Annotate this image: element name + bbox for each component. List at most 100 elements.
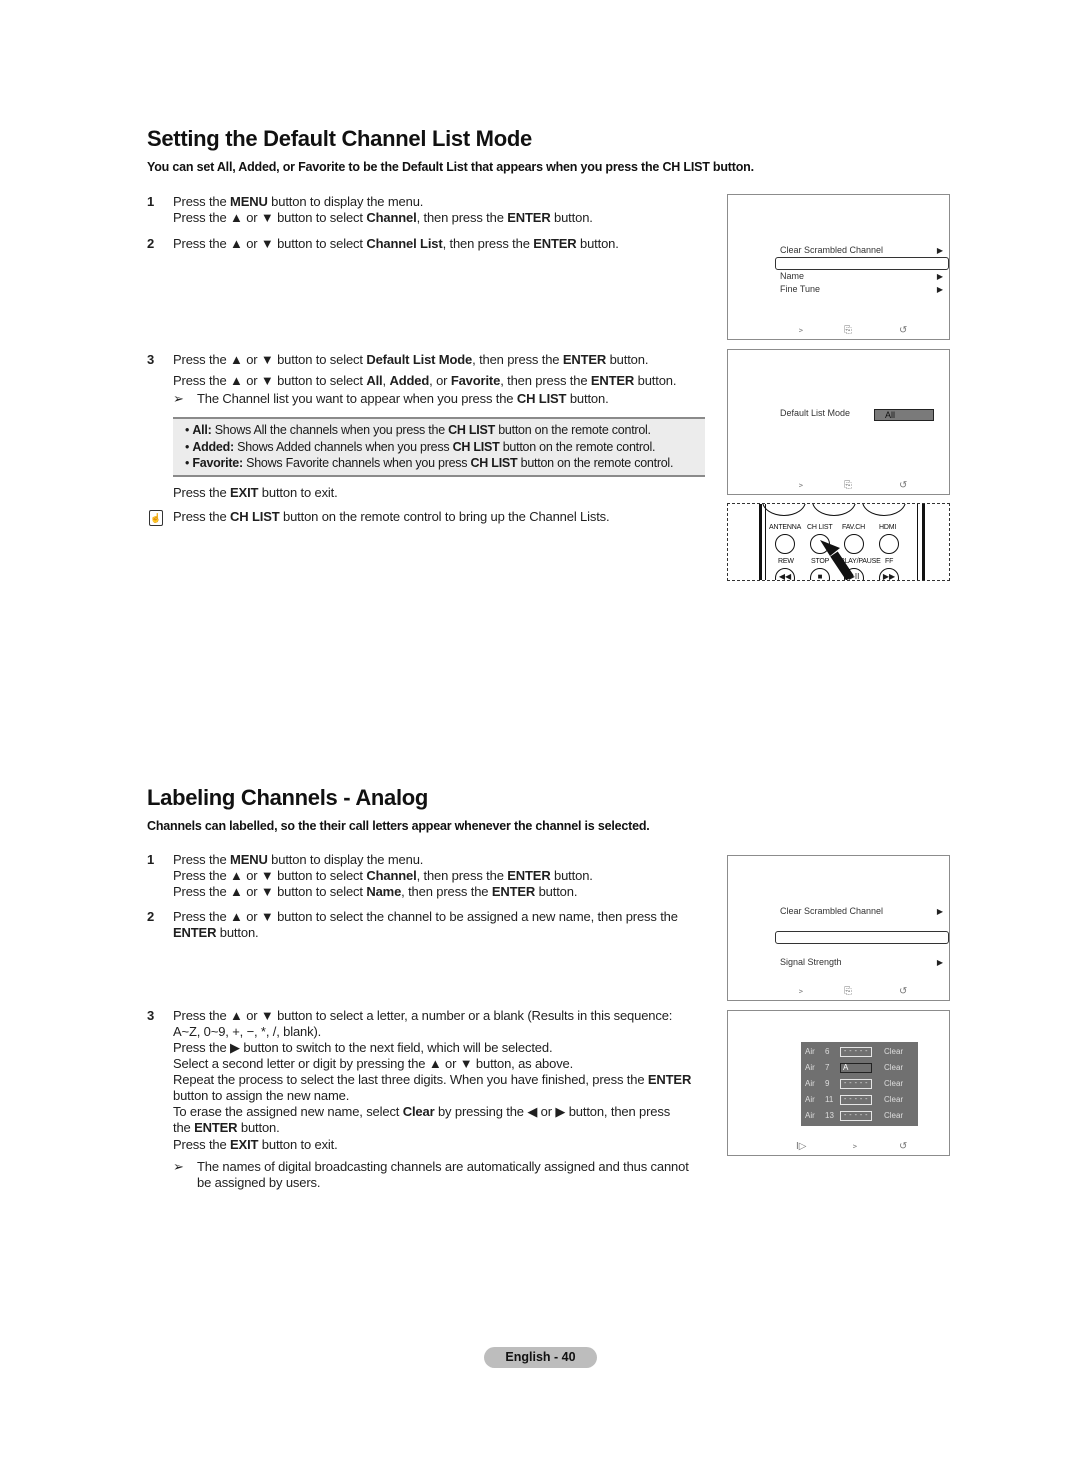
rew-button[interactable]: ◀◀ bbox=[775, 568, 795, 580]
text-line: Press the ▲ or ▼ button to select the ch… bbox=[173, 909, 678, 924]
step-number: 2 bbox=[147, 909, 155, 924]
return-icon: ↺ bbox=[899, 480, 908, 491]
text-line: the ENTER button. bbox=[173, 1120, 280, 1135]
text-line: be assigned by users. bbox=[197, 1175, 321, 1190]
hdmi-button[interactable] bbox=[879, 534, 899, 554]
text-line: Press the ▲ or ▼ button to select Channe… bbox=[173, 868, 593, 883]
channel-name-row[interactable]: Air 11 - - - - - Clear bbox=[801, 1093, 918, 1107]
move-icon: ﹥ bbox=[796, 986, 806, 997]
note-arrow-icon: ➢ bbox=[173, 1159, 184, 1174]
enter-icon: ⎘ bbox=[844, 480, 852, 491]
list-mode-options-box: • All: Shows All the channels when you p… bbox=[173, 417, 705, 477]
name-field[interactable]: - - - - - bbox=[840, 1111, 872, 1121]
menu-item-name-selected[interactable] bbox=[775, 931, 949, 944]
menu-item-channel-list-selected[interactable] bbox=[775, 257, 949, 270]
move-icon: ﹥ bbox=[796, 325, 806, 336]
select-icon: I▷ bbox=[796, 1141, 807, 1152]
remote-number-button bbox=[812, 504, 856, 516]
note-text: The Channel list you want to appear when… bbox=[197, 391, 609, 406]
menu-item-name[interactable]: Name bbox=[780, 271, 804, 281]
remote-edge bbox=[922, 504, 925, 580]
option-all: • All: Shows All the channels when you p… bbox=[185, 423, 651, 437]
text-line: Press the MENU button to display the men… bbox=[173, 852, 424, 867]
clear-option[interactable]: Clear bbox=[884, 1047, 903, 1056]
page-number-badge: English - 40 bbox=[484, 1347, 597, 1368]
text-line: Press the ▲ or ▼ button to select Channe… bbox=[173, 236, 619, 251]
text-line: To erase the assigned new name, select C… bbox=[173, 1104, 671, 1119]
submenu-arrow-icon: ▶ bbox=[936, 246, 943, 255]
name-field[interactable]: - - - - - bbox=[840, 1095, 872, 1105]
note-digital-names: ➢ The names of digital broadcasting chan… bbox=[173, 1159, 733, 1191]
channel-name-row[interactable]: Air 13 - - - - - Clear bbox=[801, 1109, 918, 1123]
menu-item-clear-scrambled[interactable]: Clear Scrambled Channel bbox=[780, 245, 883, 255]
step-text: Press the MENU button to display the men… bbox=[173, 194, 707, 226]
move-icon: ﹥ bbox=[850, 1141, 860, 1152]
text-line: Press the ▲ or ▼ button to select All, A… bbox=[173, 373, 677, 388]
channel-name-row[interactable]: Air 6 - - - - - Clear bbox=[801, 1045, 918, 1059]
channel-number: 9 bbox=[825, 1079, 830, 1088]
remote-edge bbox=[765, 504, 766, 580]
option-favorite: • Favorite: Shows Favorite channels when… bbox=[185, 456, 674, 470]
text-line: Press the ▶ button to switch to the next… bbox=[173, 1040, 553, 1055]
osd-name-editor: Air 6 - - - - - Clear Air 7 A Clear Air 9 - - - - … bbox=[727, 1010, 950, 1156]
step-text: Press the ▲ or ▼ button to select Channe… bbox=[173, 236, 707, 252]
text-line: A~Z, 0~9, +, −, *, /, blank). bbox=[173, 1024, 322, 1039]
default-list-mode-label: Default List Mode bbox=[780, 408, 851, 418]
step-text: Press the ▲ or ▼ button to select the ch… bbox=[173, 909, 717, 941]
menu-item-clear-scrambled[interactable]: Clear Scrambled Channel bbox=[780, 906, 883, 916]
step-1: 1 Press the MENU button to display the m… bbox=[147, 194, 707, 226]
channel-name-list: Air 6 - - - - - Clear Air 7 A Clear Air 9 - - - - … bbox=[801, 1042, 918, 1126]
remote-edge bbox=[917, 504, 918, 580]
move-icon: ﹥ bbox=[796, 480, 806, 491]
remote-number-button bbox=[862, 504, 906, 516]
clear-option[interactable]: Clear bbox=[884, 1095, 903, 1104]
section-title-labeling-channels: Labeling Channels - Analog bbox=[147, 785, 429, 810]
clear-option[interactable]: Clear bbox=[884, 1079, 903, 1088]
fav-ch-label: FAV.CH bbox=[842, 524, 865, 531]
menu-item-signal-strength[interactable]: Signal Strength bbox=[780, 957, 842, 967]
text-line: ENTER button. bbox=[173, 925, 259, 940]
note-channel-list: ➢ The Channel list you want to appear whe… bbox=[173, 391, 609, 407]
ch-list-label: CH LIST bbox=[807, 524, 833, 531]
step-number: 1 bbox=[147, 852, 155, 867]
name-field[interactable]: A bbox=[840, 1063, 872, 1073]
name-field[interactable]: - - - - - bbox=[840, 1047, 872, 1057]
text-line: Repeat the process to select the last th… bbox=[173, 1072, 692, 1087]
clear-option[interactable]: Clear bbox=[884, 1111, 903, 1120]
text-line: Press the MENU button to display the men… bbox=[173, 194, 424, 209]
band-label: Air bbox=[805, 1047, 815, 1056]
return-icon: ↺ bbox=[899, 1141, 908, 1152]
step-3: 3 Press the ▲ or ▼ button to select a le… bbox=[147, 1008, 727, 1136]
remote-control-illustration: ANTENNA CH LIST FAV.CH HDMI REW STOP PLA… bbox=[727, 503, 950, 581]
return-icon: ↺ bbox=[899, 986, 908, 997]
ff-button[interactable]: ▶▶ bbox=[879, 568, 899, 580]
step-text: Press the ▲ or ▼ button to select a lett… bbox=[173, 1008, 727, 1136]
channel-name-row[interactable]: Air 7 A Clear bbox=[801, 1061, 918, 1075]
osd-channel-menu-name: Clear Scrambled Channel ▶ Signal Strengt… bbox=[727, 855, 950, 1001]
rew-label: REW bbox=[778, 558, 794, 565]
band-label: Air bbox=[805, 1111, 815, 1120]
note-text: The names of digital broadcasting channe… bbox=[197, 1159, 733, 1191]
ff-label: FF bbox=[885, 558, 894, 565]
antenna-button[interactable] bbox=[775, 534, 795, 554]
step-3: 3 Press the ▲ or ▼ button to select Defa… bbox=[147, 349, 717, 391]
remote-hand-icon: ☝ bbox=[149, 510, 163, 526]
osd-default-list-mode: Default List Mode All ﹥ ⎘ ↺ bbox=[727, 349, 950, 495]
submenu-arrow-icon: ▶ bbox=[936, 958, 943, 967]
step-2: 2 Press the ▲ or ▼ button to select the … bbox=[147, 909, 717, 941]
channel-name-row[interactable]: Air 9 - - - - - Clear bbox=[801, 1077, 918, 1091]
band-label: Air bbox=[805, 1095, 815, 1104]
hdmi-label: HDMI bbox=[879, 524, 897, 531]
default-list-mode-value[interactable]: All bbox=[874, 409, 934, 421]
text-line: Press the ▲ or ▼ button to select Defaul… bbox=[173, 352, 649, 367]
antenna-label: ANTENNA bbox=[769, 524, 802, 531]
text-line: Select a second letter or digit by press… bbox=[173, 1056, 574, 1071]
step-number: 2 bbox=[147, 236, 155, 251]
enter-icon: ⎘ bbox=[844, 325, 852, 336]
clear-option[interactable]: Clear bbox=[884, 1063, 903, 1072]
step-text: Press the MENU button to display the men… bbox=[173, 852, 717, 900]
submenu-arrow-icon: ▶ bbox=[936, 907, 943, 916]
name-field[interactable]: - - - - - bbox=[840, 1079, 872, 1089]
menu-item-fine-tune[interactable]: Fine Tune bbox=[780, 284, 820, 294]
step-1: 1 Press the MENU button to display the m… bbox=[147, 852, 717, 900]
